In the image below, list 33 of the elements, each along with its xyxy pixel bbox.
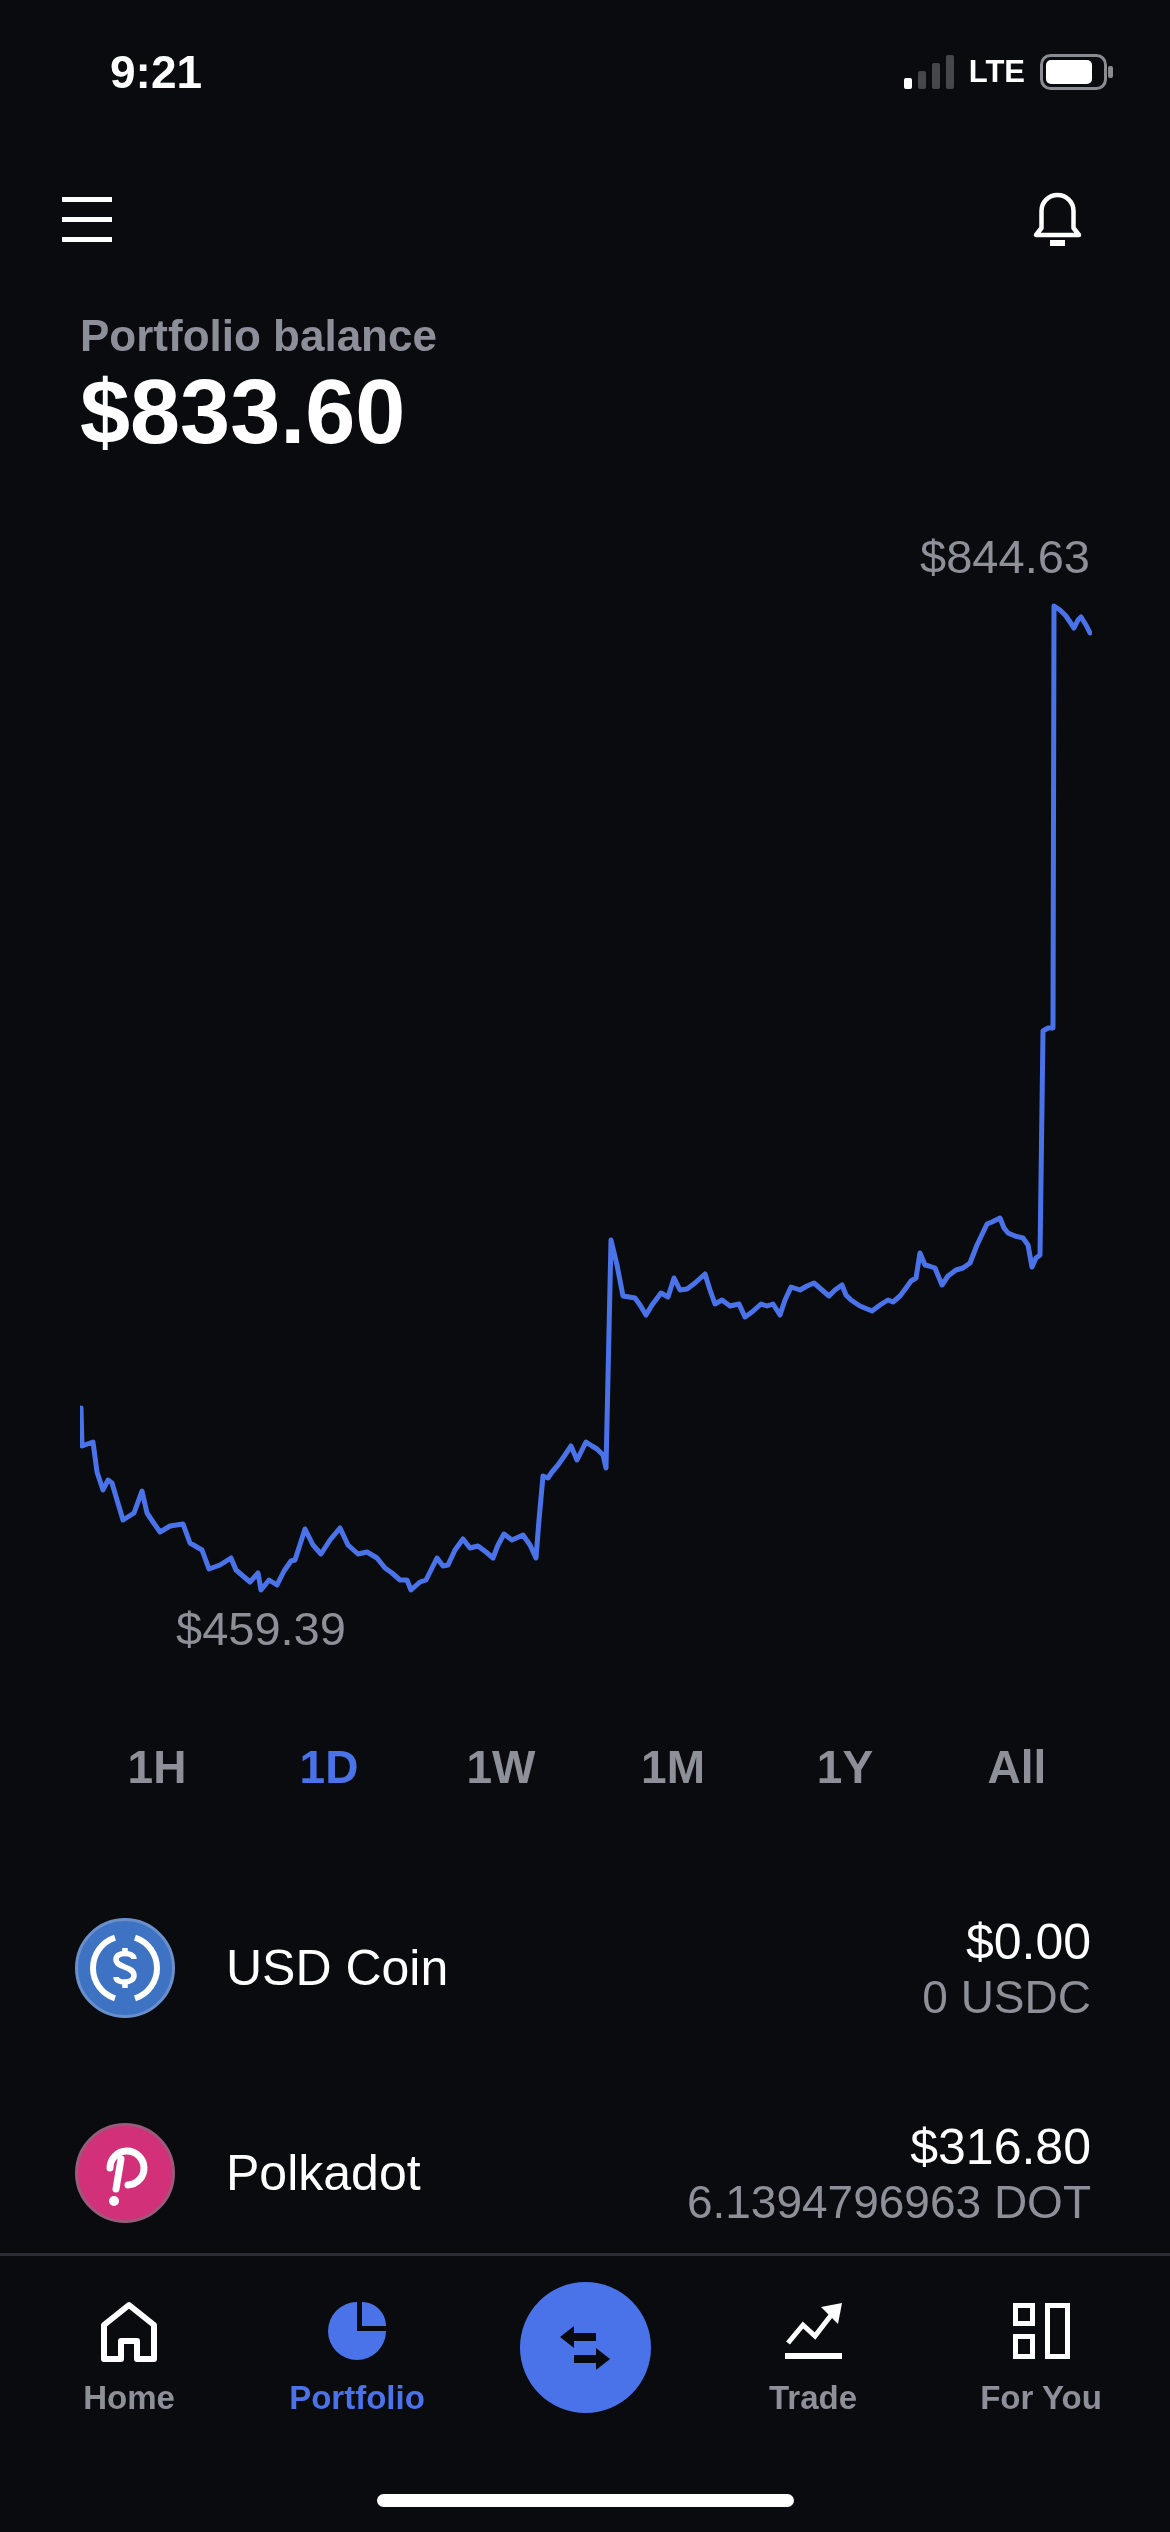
home-icon: [101, 2300, 157, 2362]
network-type: LTE: [968, 54, 1025, 90]
asset-amount: 6.1394796963 DOT: [686, 2176, 1091, 2228]
asset-value: $0.00: [965, 1913, 1091, 1971]
time-range-tab[interactable]: 1Y: [759, 1740, 931, 1794]
asset-name: USD Coin: [226, 1939, 449, 1997]
status-time: 9:21: [110, 45, 203, 99]
chart-high-label: $844.63: [920, 530, 1090, 584]
time-range-tab[interactable]: 1D: [243, 1740, 415, 1794]
grid-icon: [1012, 2303, 1070, 2359]
asset-name: Polkadot: [226, 2144, 421, 2202]
dollar-coin-icon: [75, 1918, 175, 2018]
time-range-tab[interactable]: 1W: [415, 1740, 587, 1794]
swap-icon: [560, 2325, 610, 2370]
balance-label: Portfolio balance: [80, 310, 437, 362]
asset-value: $316.80: [910, 2118, 1091, 2176]
menu-icon[interactable]: [62, 196, 112, 242]
time-range-tab[interactable]: 1M: [587, 1740, 759, 1794]
battery-icon: [1040, 54, 1113, 90]
tab-bar-item[interactable]: For You: [927, 2300, 1155, 2418]
time-range-tab[interactable]: 1H: [71, 1740, 243, 1794]
signal-icon: [903, 55, 954, 89]
p-coin-icon: [75, 2123, 175, 2223]
tab-bar-item[interactable]: Trade: [699, 2300, 927, 2418]
tab-bar-item[interactable]: Home: [15, 2300, 243, 2418]
pie-chart-icon: [325, 2300, 389, 2362]
tab-bar-item[interactable]: Portfolio: [243, 2300, 471, 2418]
trend-up-icon: [784, 2303, 842, 2359]
asset-amount: 0 USDC: [922, 1971, 1091, 2023]
time-range-tab[interactable]: All: [931, 1740, 1103, 1794]
balance-amount: $833.60: [80, 362, 406, 462]
chart-low-label: $459.39: [176, 1602, 346, 1656]
bell-icon[interactable]: [1032, 191, 1083, 247]
